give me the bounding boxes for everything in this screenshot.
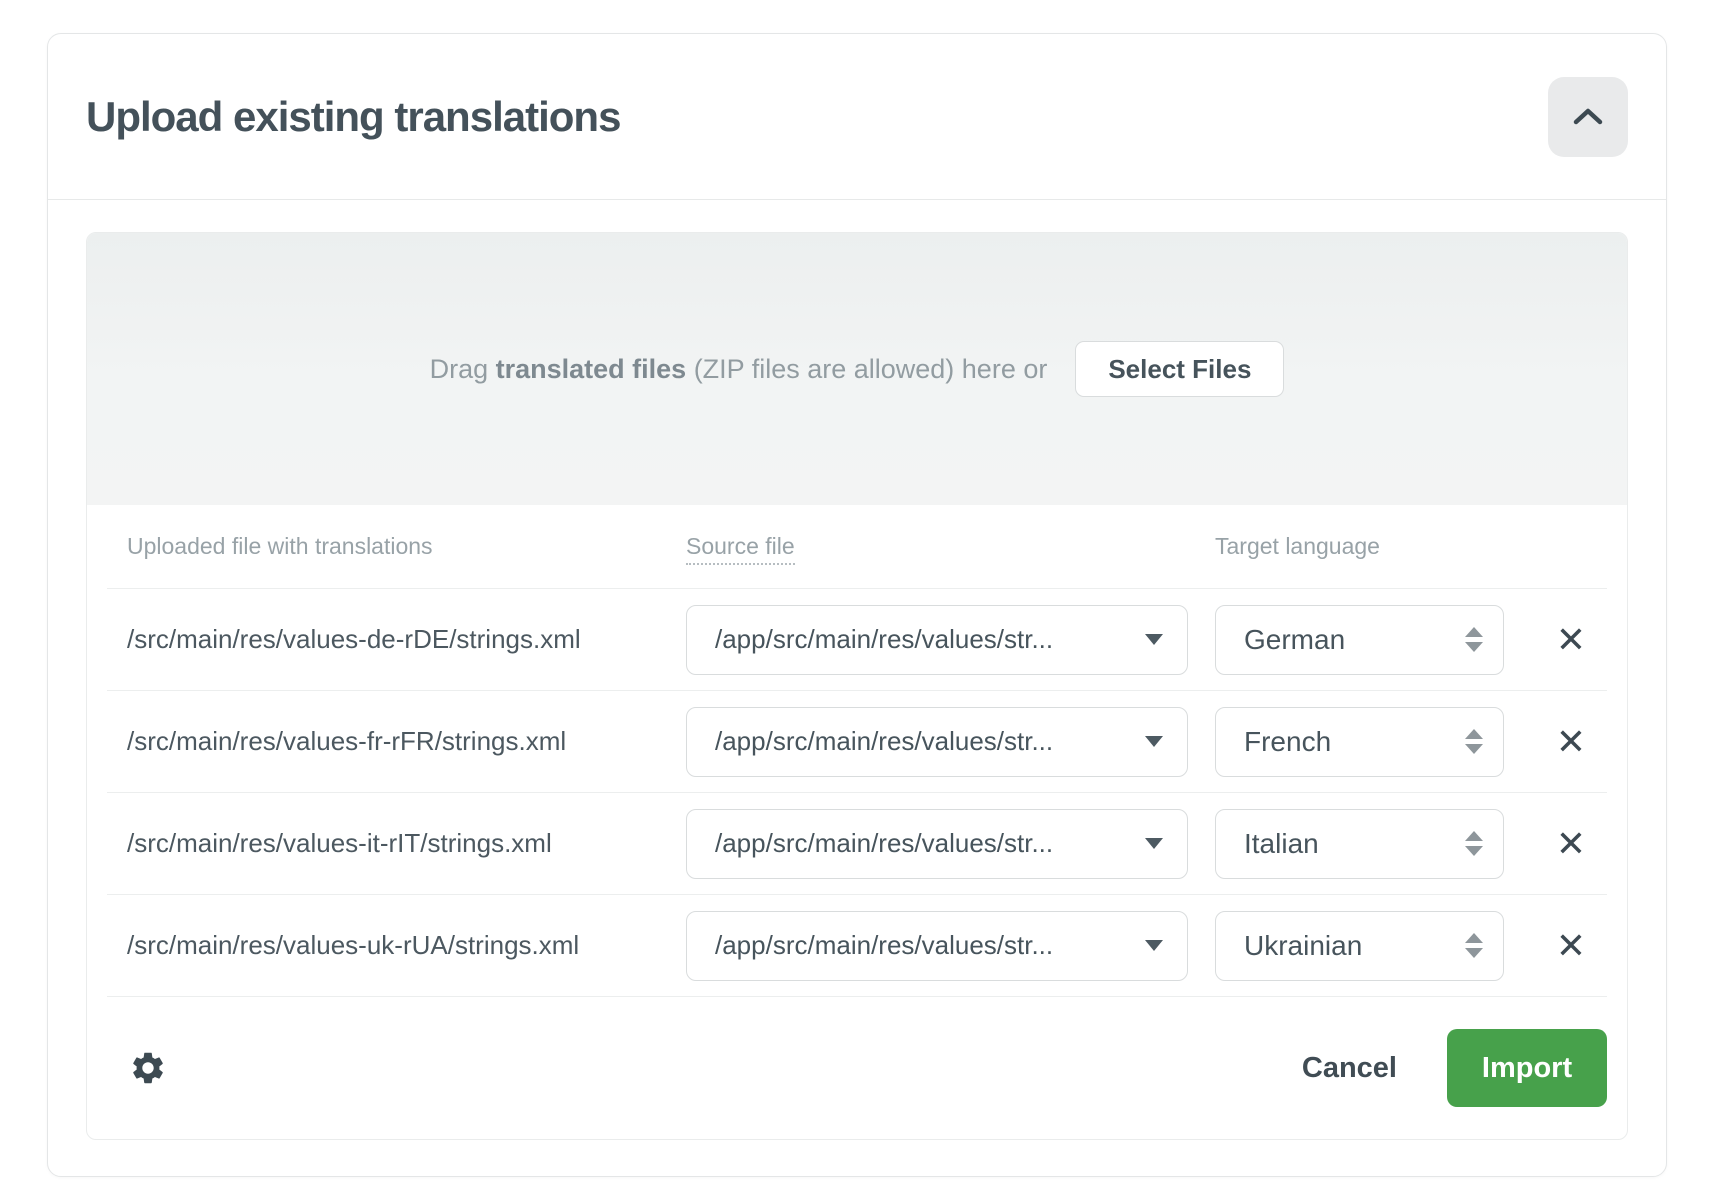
upload-translations-dialog: Upload existing translations Drag transl… <box>47 33 1667 1177</box>
dropzone-text-suffix: (ZIP files are allowed) here or <box>686 354 1047 384</box>
caret-updown-icon <box>1465 933 1483 958</box>
target-language-select[interactable]: French <box>1215 707 1504 777</box>
target-language-select[interactable]: Italian <box>1215 809 1504 879</box>
source-file-value: /app/src/main/res/values/str... <box>715 624 1053 655</box>
target-language-value: Ukrainian <box>1244 930 1362 962</box>
chevron-up-icon <box>1572 107 1604 127</box>
remove-row-button[interactable]: ✕ <box>1545 920 1597 972</box>
file-dropzone[interactable]: Drag translated files (ZIP files are all… <box>87 233 1627 505</box>
target-language-value: German <box>1244 624 1345 656</box>
caret-updown-icon <box>1465 831 1483 856</box>
source-file-select[interactable]: /app/src/main/res/values/str... <box>686 605 1188 675</box>
source-file-value: /app/src/main/res/values/str... <box>715 726 1053 757</box>
table-row: /src/main/res/values-de-rDE/strings.xml … <box>107 589 1607 691</box>
source-file-select[interactable]: /app/src/main/res/values/str... <box>686 809 1188 879</box>
caret-down-icon <box>1145 838 1163 849</box>
import-settings-button[interactable] <box>129 1049 167 1087</box>
target-language-select[interactable]: Ukrainian <box>1215 911 1504 981</box>
dropzone-text-bold: translated files <box>496 354 687 384</box>
caret-down-icon <box>1145 736 1163 747</box>
translations-table: Uploaded file with translations Source f… <box>107 505 1607 1139</box>
dropzone-text-prefix: Drag <box>430 354 496 384</box>
uploaded-file-path: /src/main/res/values-fr-rFR/strings.xml <box>127 726 686 757</box>
dropzone-text: Drag translated files (ZIP files are all… <box>430 354 1048 385</box>
target-language-select[interactable]: German <box>1215 605 1504 675</box>
dialog-footer: Cancel Import <box>107 997 1607 1139</box>
upload-panel: Drag translated files (ZIP files are all… <box>86 232 1628 1140</box>
import-button[interactable]: Import <box>1447 1029 1607 1107</box>
remove-row-button[interactable]: ✕ <box>1545 614 1597 666</box>
remove-row-button[interactable]: ✕ <box>1545 818 1597 870</box>
source-file-value: /app/src/main/res/values/str... <box>715 828 1053 859</box>
caret-down-icon <box>1145 634 1163 645</box>
table-row: /src/main/res/values-fr-rFR/strings.xml … <box>107 691 1607 793</box>
caret-updown-icon <box>1465 729 1483 754</box>
source-file-header-label[interactable]: Source file <box>686 533 795 565</box>
column-header-target-language: Target language <box>1215 533 1607 560</box>
target-language-value: Italian <box>1244 828 1319 860</box>
column-header-source-file: Source file <box>686 533 1215 560</box>
footer-actions: Cancel Import <box>1302 1029 1607 1107</box>
source-file-select[interactable]: /app/src/main/res/values/str... <box>686 707 1188 777</box>
gear-icon <box>129 1049 167 1087</box>
cancel-button[interactable]: Cancel <box>1302 1052 1397 1085</box>
target-language-value: French <box>1244 726 1331 758</box>
page-title: Upload existing translations <box>86 93 620 141</box>
source-file-select[interactable]: /app/src/main/res/values/str... <box>686 911 1188 981</box>
table-row: /src/main/res/values-it-rIT/strings.xml … <box>107 793 1607 895</box>
caret-down-icon <box>1145 940 1163 951</box>
uploaded-file-path: /src/main/res/values-de-rDE/strings.xml <box>127 624 686 655</box>
dialog-header: Upload existing translations <box>48 34 1666 200</box>
caret-updown-icon <box>1465 627 1483 652</box>
table-header-row: Uploaded file with translations Source f… <box>107 505 1607 589</box>
collapse-button[interactable] <box>1548 77 1628 157</box>
column-header-uploaded-file: Uploaded file with translations <box>127 533 686 560</box>
select-files-button[interactable]: Select Files <box>1075 341 1284 397</box>
source-file-value: /app/src/main/res/values/str... <box>715 930 1053 961</box>
table-row: /src/main/res/values-uk-rUA/strings.xml … <box>107 895 1607 997</box>
uploaded-file-path: /src/main/res/values-it-rIT/strings.xml <box>127 828 686 859</box>
remove-row-button[interactable]: ✕ <box>1545 716 1597 768</box>
uploaded-file-path: /src/main/res/values-uk-rUA/strings.xml <box>127 930 686 961</box>
